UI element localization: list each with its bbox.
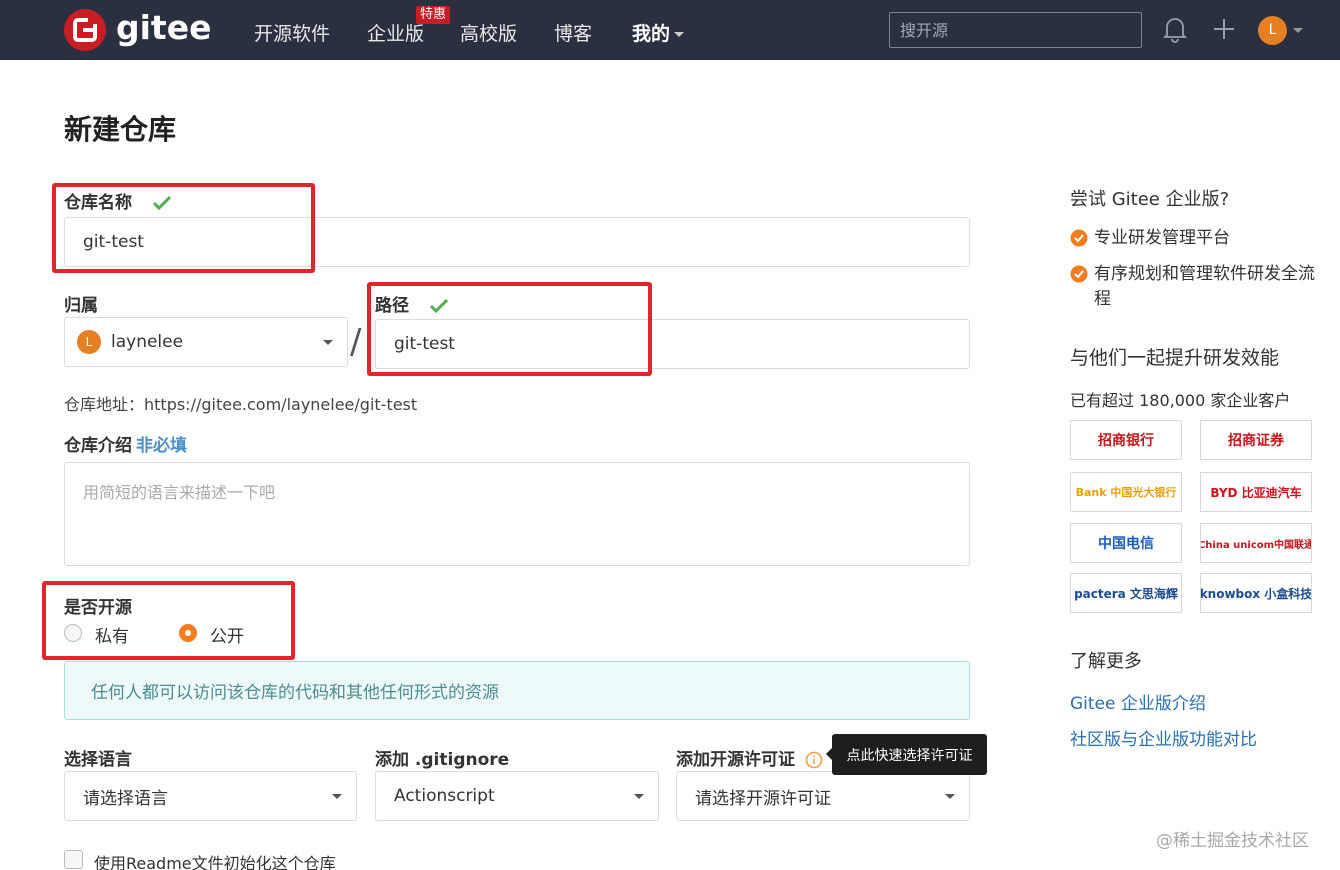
check-circle-icon [1070, 229, 1088, 247]
license-select[interactable]: 请选择开源许可证 [676, 771, 970, 821]
path-label: 路径 [375, 291, 449, 316]
sidebar-link-compare[interactable]: 社区版与企业版功能对比 [1070, 725, 1257, 750]
check-circle-icon [1070, 265, 1088, 283]
license-label-text: 添加开源许可证 [676, 750, 795, 770]
chevron-down-icon [634, 794, 644, 799]
owner-select[interactable]: L laynelee [64, 317, 348, 367]
nav-mine-label: 我的 [632, 23, 671, 45]
owner-label: 归属 [64, 296, 98, 316]
gitee-logo-icon[interactable] [64, 9, 106, 51]
avatar-chevron-down-icon[interactable] [1293, 28, 1303, 33]
sidebar-feature-1: 专业研发管理平台 [1070, 226, 1315, 251]
page-title: 新建仓库 [64, 113, 177, 146]
check-icon [429, 298, 448, 314]
license-tooltip: 点此快速选择许可证 [826, 734, 987, 775]
owner-avatar: L [77, 330, 101, 354]
public-notice: 任何人都可以访问该仓库的代码和其他任何形式的资源 [64, 661, 970, 720]
optional-tag: 非必填 [136, 436, 187, 456]
info-icon[interactable] [805, 751, 823, 769]
open-source-label: 是否开源 [64, 598, 132, 618]
chevron-down-icon [323, 340, 333, 345]
sidebar-learn-title: 了解更多 [1070, 651, 1142, 672]
gitignore-select[interactable]: Actionscript [375, 771, 659, 821]
nav-mine[interactable]: 我的 [632, 19, 685, 46]
promo-badge: 特惠 [416, 6, 451, 24]
path-input[interactable]: git-test [375, 319, 970, 369]
logo-knowbox: knowbox 小盒科技 [1200, 573, 1312, 613]
chevron-down-icon [332, 794, 342, 799]
plus-icon[interactable] [1212, 17, 1236, 41]
repo-name-input[interactable]: git-test [64, 217, 970, 267]
logo-ceb: Bank 中国光大银行 [1070, 472, 1182, 512]
top-nav: gitee 开源软件 企业版 特惠 高校版 博客 我的 L [0, 0, 1340, 60]
sidebar-link-enterprise-intro[interactable]: Gitee 企业版介绍 [1070, 689, 1206, 714]
radio-public[interactable] [179, 624, 197, 642]
owner-value: laynelee [111, 332, 184, 352]
sidebar-try-title: 尝试 Gitee 企业版? [1070, 189, 1230, 210]
sidebar-feature-2: 有序规划和管理软件研发全流程 [1070, 262, 1315, 312]
sidebar-feature-text: 专业研发管理平台 [1094, 228, 1230, 248]
radio-public-label[interactable]: 公开 [210, 622, 244, 647]
bell-icon[interactable] [1163, 15, 1187, 43]
nav-blog[interactable]: 博客 [554, 19, 592, 46]
nav-open-source[interactable]: 开源软件 [254, 19, 330, 46]
repo-name-label: 仓库名称 [64, 188, 172, 213]
sidebar-customers-count: 已有超过 180,000 家企业客户 [1070, 391, 1291, 410]
sidebar-feature-text: 有序规划和管理软件研发全流程 [1094, 264, 1315, 309]
language-value: 请选择语言 [83, 788, 168, 809]
intro-textarea[interactable] [64, 462, 970, 566]
logo-cms: 招商证券 [1200, 420, 1312, 460]
gitignore-label: 添加 .gitignore [375, 750, 510, 770]
path-separator: / [350, 322, 362, 362]
gitignore-value: Actionscript [394, 786, 495, 806]
language-select[interactable]: 请选择语言 [64, 771, 357, 821]
chevron-down-icon [945, 794, 955, 799]
license-value: 请选择开源许可证 [695, 788, 831, 809]
check-icon [152, 195, 171, 211]
logo-byd: BYD 比亚迪汽车 [1200, 472, 1312, 512]
logo-china-unicom: China unicom中国联通 [1200, 523, 1312, 563]
logo-cmb: 招商银行 [1070, 420, 1182, 460]
readme-checkbox[interactable] [64, 850, 83, 869]
radio-private-label[interactable]: 私有 [95, 622, 129, 647]
repo-name-label-text: 仓库名称 [64, 193, 132, 213]
chevron-down-icon [674, 32, 685, 37]
intro-label-text: 仓库介绍 [64, 436, 132, 456]
intro-label: 仓库介绍 非必填 [64, 431, 187, 456]
brand-name[interactable]: gitee [116, 8, 211, 47]
sidebar-together-title: 与他们一起提升研发效能 [1070, 347, 1280, 369]
radio-private[interactable] [64, 624, 82, 642]
license-label: 添加开源许可证 [676, 745, 823, 770]
path-label-text: 路径 [375, 296, 409, 316]
logo-pactera: pactera 文思海辉 [1070, 573, 1182, 613]
search-input[interactable] [889, 12, 1142, 48]
user-avatar[interactable]: L [1258, 16, 1287, 45]
readme-checkbox-label[interactable]: 使用Readme文件初始化这个仓库 [94, 850, 336, 870]
logo-china-telecom: 中国电信 [1070, 523, 1182, 563]
language-label: 选择语言 [64, 750, 132, 770]
nav-university[interactable]: 高校版 [460, 19, 517, 46]
repo-address: 仓库地址：https://gitee.com/laynelee/git-test [64, 395, 418, 414]
watermark: @稀土掘金技术社区 [1156, 831, 1309, 851]
